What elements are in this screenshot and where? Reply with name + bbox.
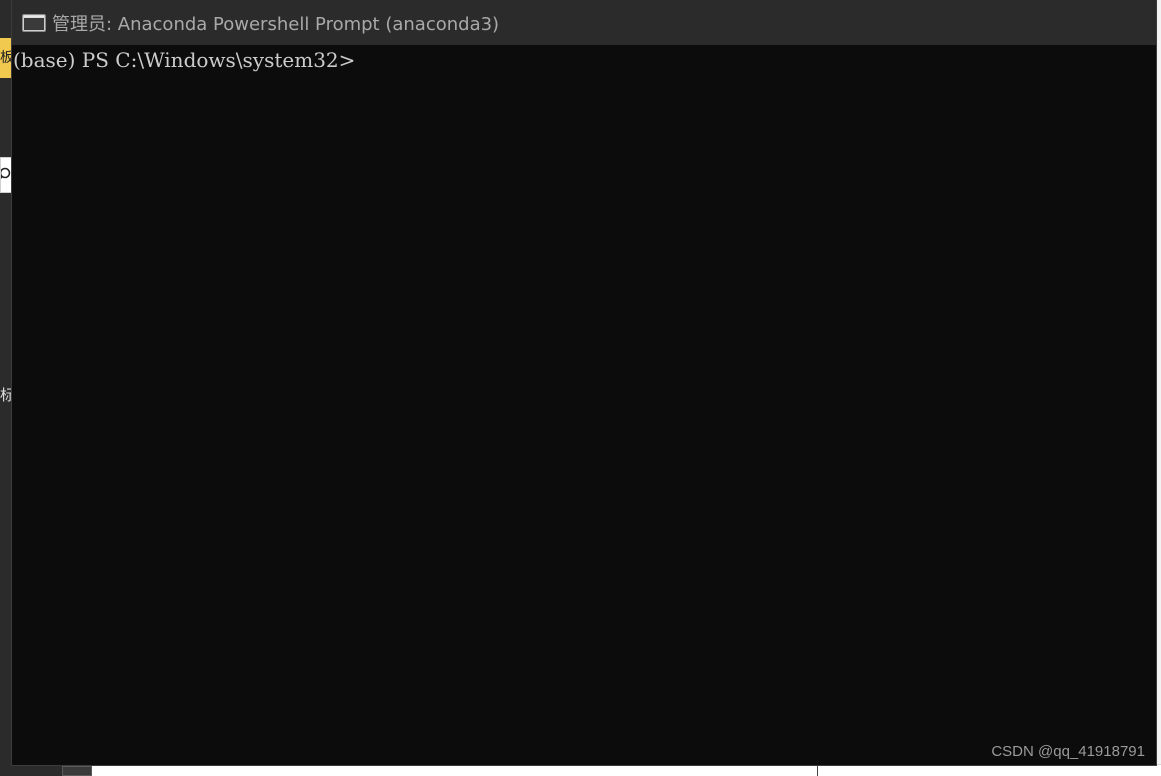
- desktop: 板 标 管理员: Anaconda Powershell Prompt (ana…: [0, 0, 1161, 776]
- prompt-text: (base) PS C:\Windows\system32>: [13, 48, 356, 72]
- console-icon: [22, 13, 46, 32]
- window-titlebar[interactable]: 管理员: Anaconda Powershell Prompt (anacond…: [12, 0, 1156, 45]
- background-app-bottom-panel: [0, 764, 62, 776]
- console-prompt: (base) PS C:\Windows\system32>: [13, 47, 357, 73]
- search-icon: [1, 167, 11, 179]
- console-output[interactable]: (base) PS C:\Windows\system32> CSDN @qq_…: [12, 45, 1156, 765]
- background-app-tab[interactable]: 板: [0, 38, 12, 78]
- background-app-bottom-bar: [0, 764, 1161, 776]
- background-app-search-box[interactable]: [0, 157, 12, 193]
- background-app-label: 标: [0, 386, 12, 404]
- window-title: 管理员: Anaconda Powershell Prompt (anacond…: [52, 13, 500, 35]
- watermark: CSDN @qq_41918791: [991, 743, 1145, 760]
- background-app-divider: [817, 764, 818, 776]
- terminal-window[interactable]: 管理员: Anaconda Powershell Prompt (anacond…: [12, 0, 1156, 765]
- background-app-bottom-button[interactable]: [62, 766, 92, 776]
